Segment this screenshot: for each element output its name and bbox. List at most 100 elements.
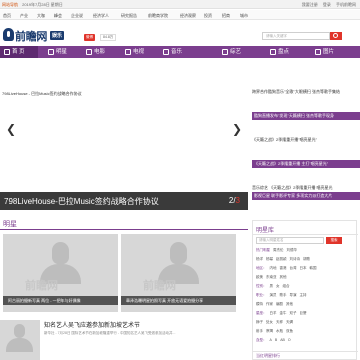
site-logo[interactable]: 前瞻网 娱乐 (3, 28, 83, 44)
logo-brand: 前瞻网 (15, 31, 48, 43)
nav-label: 综艺 (230, 49, 242, 55)
slider-caption-bar: 798LiveHouse-巴拉Music签约战略合作协议 2/3 (0, 192, 248, 210)
slider-prev-icon[interactable]: ❮ (6, 122, 16, 136)
section-divider (0, 229, 248, 230)
watermark: 前瞻网 (25, 280, 58, 292)
nav-label: 盘点 (278, 49, 290, 55)
slider-next-icon[interactable]: ❯ (232, 122, 242, 136)
search-input[interactable]: 请输入关键字 (262, 32, 330, 40)
library-row: 地区： 内地 香港 台湾 日本 韩国 (256, 266, 317, 270)
library-row: 狮子 处女 天秤 天蝎 (256, 320, 293, 324)
headline-item[interactable]: 音乐综艺 《天籁之战》2季隆重开播 唱亮星光 (252, 184, 360, 192)
news-desc: 新华社 - 7月28日 国际艺术节在新加坡隆重举行 - 中国知名艺人吴飞受邀参加… (44, 331, 176, 335)
channel-item[interactable]: 研究报告 (121, 13, 137, 19)
nav-label: 音乐 (171, 49, 183, 55)
nav-rank[interactable]: 盘点 (270, 46, 289, 58)
slider-page-total: 3 (235, 196, 240, 205)
library-row: 星座： 白羊 金牛 双子 巨蟹 (256, 311, 307, 315)
nav-home[interactable]: 首 页 (0, 46, 38, 58)
nav-label: 电视 (133, 49, 145, 55)
library-row: 射手 摩羯 水瓶 双鱼 (256, 329, 293, 333)
tv-icon (125, 48, 131, 55)
star-icon (48, 48, 54, 55)
nav-music[interactable]: 音乐 (163, 46, 182, 58)
nav-tv[interactable]: 电视 (125, 46, 144, 58)
star-card[interactable]: 前瞻网 阿古丽拍摄新写真 两位 - 一把年与好偶像 (3, 234, 118, 312)
library-row: 血型： A B AB O (256, 338, 291, 342)
site-nav-link[interactable]: 网站导航 (2, 2, 18, 7)
logo-glyph-icon (3, 28, 14, 41)
library-row: 杨洋 杨幂 赵丽颖 刘诗诗 胡歌 (256, 257, 310, 261)
star-card-caption: 阿古丽拍摄新写真 两位 - 一把年与好偶像 (3, 296, 118, 305)
music-icon (163, 48, 169, 55)
headline-slider[interactable]: 798LiveHouse - 巴拉Music签约战略合作协议 ❮ ❯ 798Li… (0, 88, 248, 215)
nav-label: 图片 (323, 49, 335, 55)
channel-item[interactable]: 大咖 (37, 13, 45, 19)
top-bar-right: 我要注册 登录 手机前瞻网 (298, 2, 356, 8)
nav-pictures[interactable]: 图片 (315, 46, 334, 58)
headline-item[interactable]: 《天籁之战》2季隆重开播 主打"唱亮星光" (252, 160, 360, 168)
channel-item[interactable]: 企业说 (71, 13, 83, 19)
watermark: 前瞻网 (143, 280, 176, 292)
library-row: 热门明星 周杰伦 刘德华 (256, 248, 297, 252)
date-text: 2019年7月28日 星期日 (22, 2, 63, 7)
nav-stars[interactable]: 明星 (48, 46, 67, 58)
slider-title[interactable]: 798LiveHouse-巴拉Music签约战略合作协议 (4, 196, 159, 207)
variety-icon (222, 48, 228, 55)
login-link[interactable]: 登录 (323, 2, 331, 7)
weibo-count: 84.8万 (100, 34, 117, 41)
nav-label: 明星 (56, 49, 68, 55)
nav-movies[interactable]: 电影 (86, 46, 105, 58)
slider-top-caption: 798LiveHouse - 巴拉Music签约战略合作协议 (2, 91, 82, 96)
library-row: 职业： 演员 歌手 导演 主持 (256, 293, 307, 297)
library-row: 性别：男女组合 (256, 284, 290, 288)
headline-item[interactable]: 酷狗直播发布"发现"天籁横扫 张杰等歌手现身 (252, 112, 360, 120)
top-bar-left: 网站导航 2019年7月28日 星期日 (2, 2, 63, 8)
register-link[interactable]: 我要注册 (302, 2, 318, 7)
channel-item[interactable]: 经济观察 (180, 13, 196, 19)
stars-section-title[interactable]: 明星 (3, 219, 17, 229)
mobile-link[interactable]: 手机前瞻网 (336, 2, 356, 7)
slider-pager: 2/3 (228, 196, 240, 205)
headline-item[interactable]: 跨界合作酷狗音乐"全歌"大眼横扫 张杰等歌手集结 (252, 88, 360, 96)
channel-item[interactable]: 城市 (240, 13, 248, 19)
library-divider (253, 234, 358, 235)
nav-label: 电影 (94, 49, 106, 55)
headline-item[interactable]: 影视巨星 联手影评专家 多项实力派打造大片 (252, 192, 360, 200)
right-headlines: 跨界合作酷狗音乐"全歌"大眼横扫 张杰等歌手集结 酷狗直播发布"发现"天籁横扫 … (252, 88, 360, 200)
top-bar: 网站导航 2019年7月28日 星期日 我要注册 登录 手机前瞻网 (0, 0, 360, 9)
channel-item[interactable]: 经济学人 (93, 13, 109, 19)
channel-item[interactable]: 前瞻商学院 (148, 13, 168, 19)
nav-variety[interactable]: 综艺 (222, 46, 241, 58)
channel-item[interactable]: 招商 (222, 13, 230, 19)
nav-label: 首 页 (12, 49, 25, 55)
search-icon[interactable] (330, 32, 342, 40)
channel-item[interactable]: 首页 (3, 13, 11, 19)
star-library: 明星库 请输入明星姓名 搜索 热门明星 周杰伦 刘德华 杨洋 杨幂 赵丽颖 刘诗诗 胡歌 地… (252, 220, 358, 360)
library-search-button[interactable]: 搜索 (326, 237, 342, 244)
channel-item[interactable]: 投资 (204, 13, 212, 19)
channel-item[interactable]: 峰会 (54, 13, 62, 19)
channel-nav: 首页 产业 大咖 峰会 企业说 经济学人 研究报告 前瞻商学院 经济观察 投资 … (0, 10, 360, 20)
weibo-badge[interactable]: 微博 (84, 34, 95, 41)
star-card-caption: 章泽浩曝明星拍照写真 开放无语爱拍摄分享 (121, 296, 236, 305)
library-search-input[interactable]: 请输入明星姓名 (256, 237, 324, 244)
hot-stars-title[interactable]: 当红明星排行 (253, 351, 358, 358)
rank-icon (270, 48, 276, 55)
slider-page-current: 2 (228, 196, 234, 205)
picture-icon (315, 48, 321, 55)
library-title: 明星库 (256, 228, 275, 234)
channel-item[interactable]: 产业 (20, 13, 28, 19)
main-nav: 首 页 明星 电影 电视 音乐 综艺 盘点 图片 (0, 46, 360, 58)
film-icon (86, 48, 92, 55)
library-row: 模特 作家 编剧 其他 (256, 302, 293, 306)
logo-sub: 娱乐 (50, 31, 65, 40)
news-item[interactable]: 知名艺人吴飞应邀参加新加坡艺术节 新华社 - 7月28日 国际艺术节在新加坡隆重… (0, 318, 248, 360)
news-title[interactable]: 知名艺人吴飞应邀参加新加坡艺术节 (44, 320, 140, 329)
headline-item[interactable]: 《天籁之战》2季隆重开播"唱亮星光" (252, 136, 360, 144)
star-card[interactable]: 前瞻网 章泽浩曝明星拍照写真 开放无语爱拍摄分享 (121, 234, 236, 312)
